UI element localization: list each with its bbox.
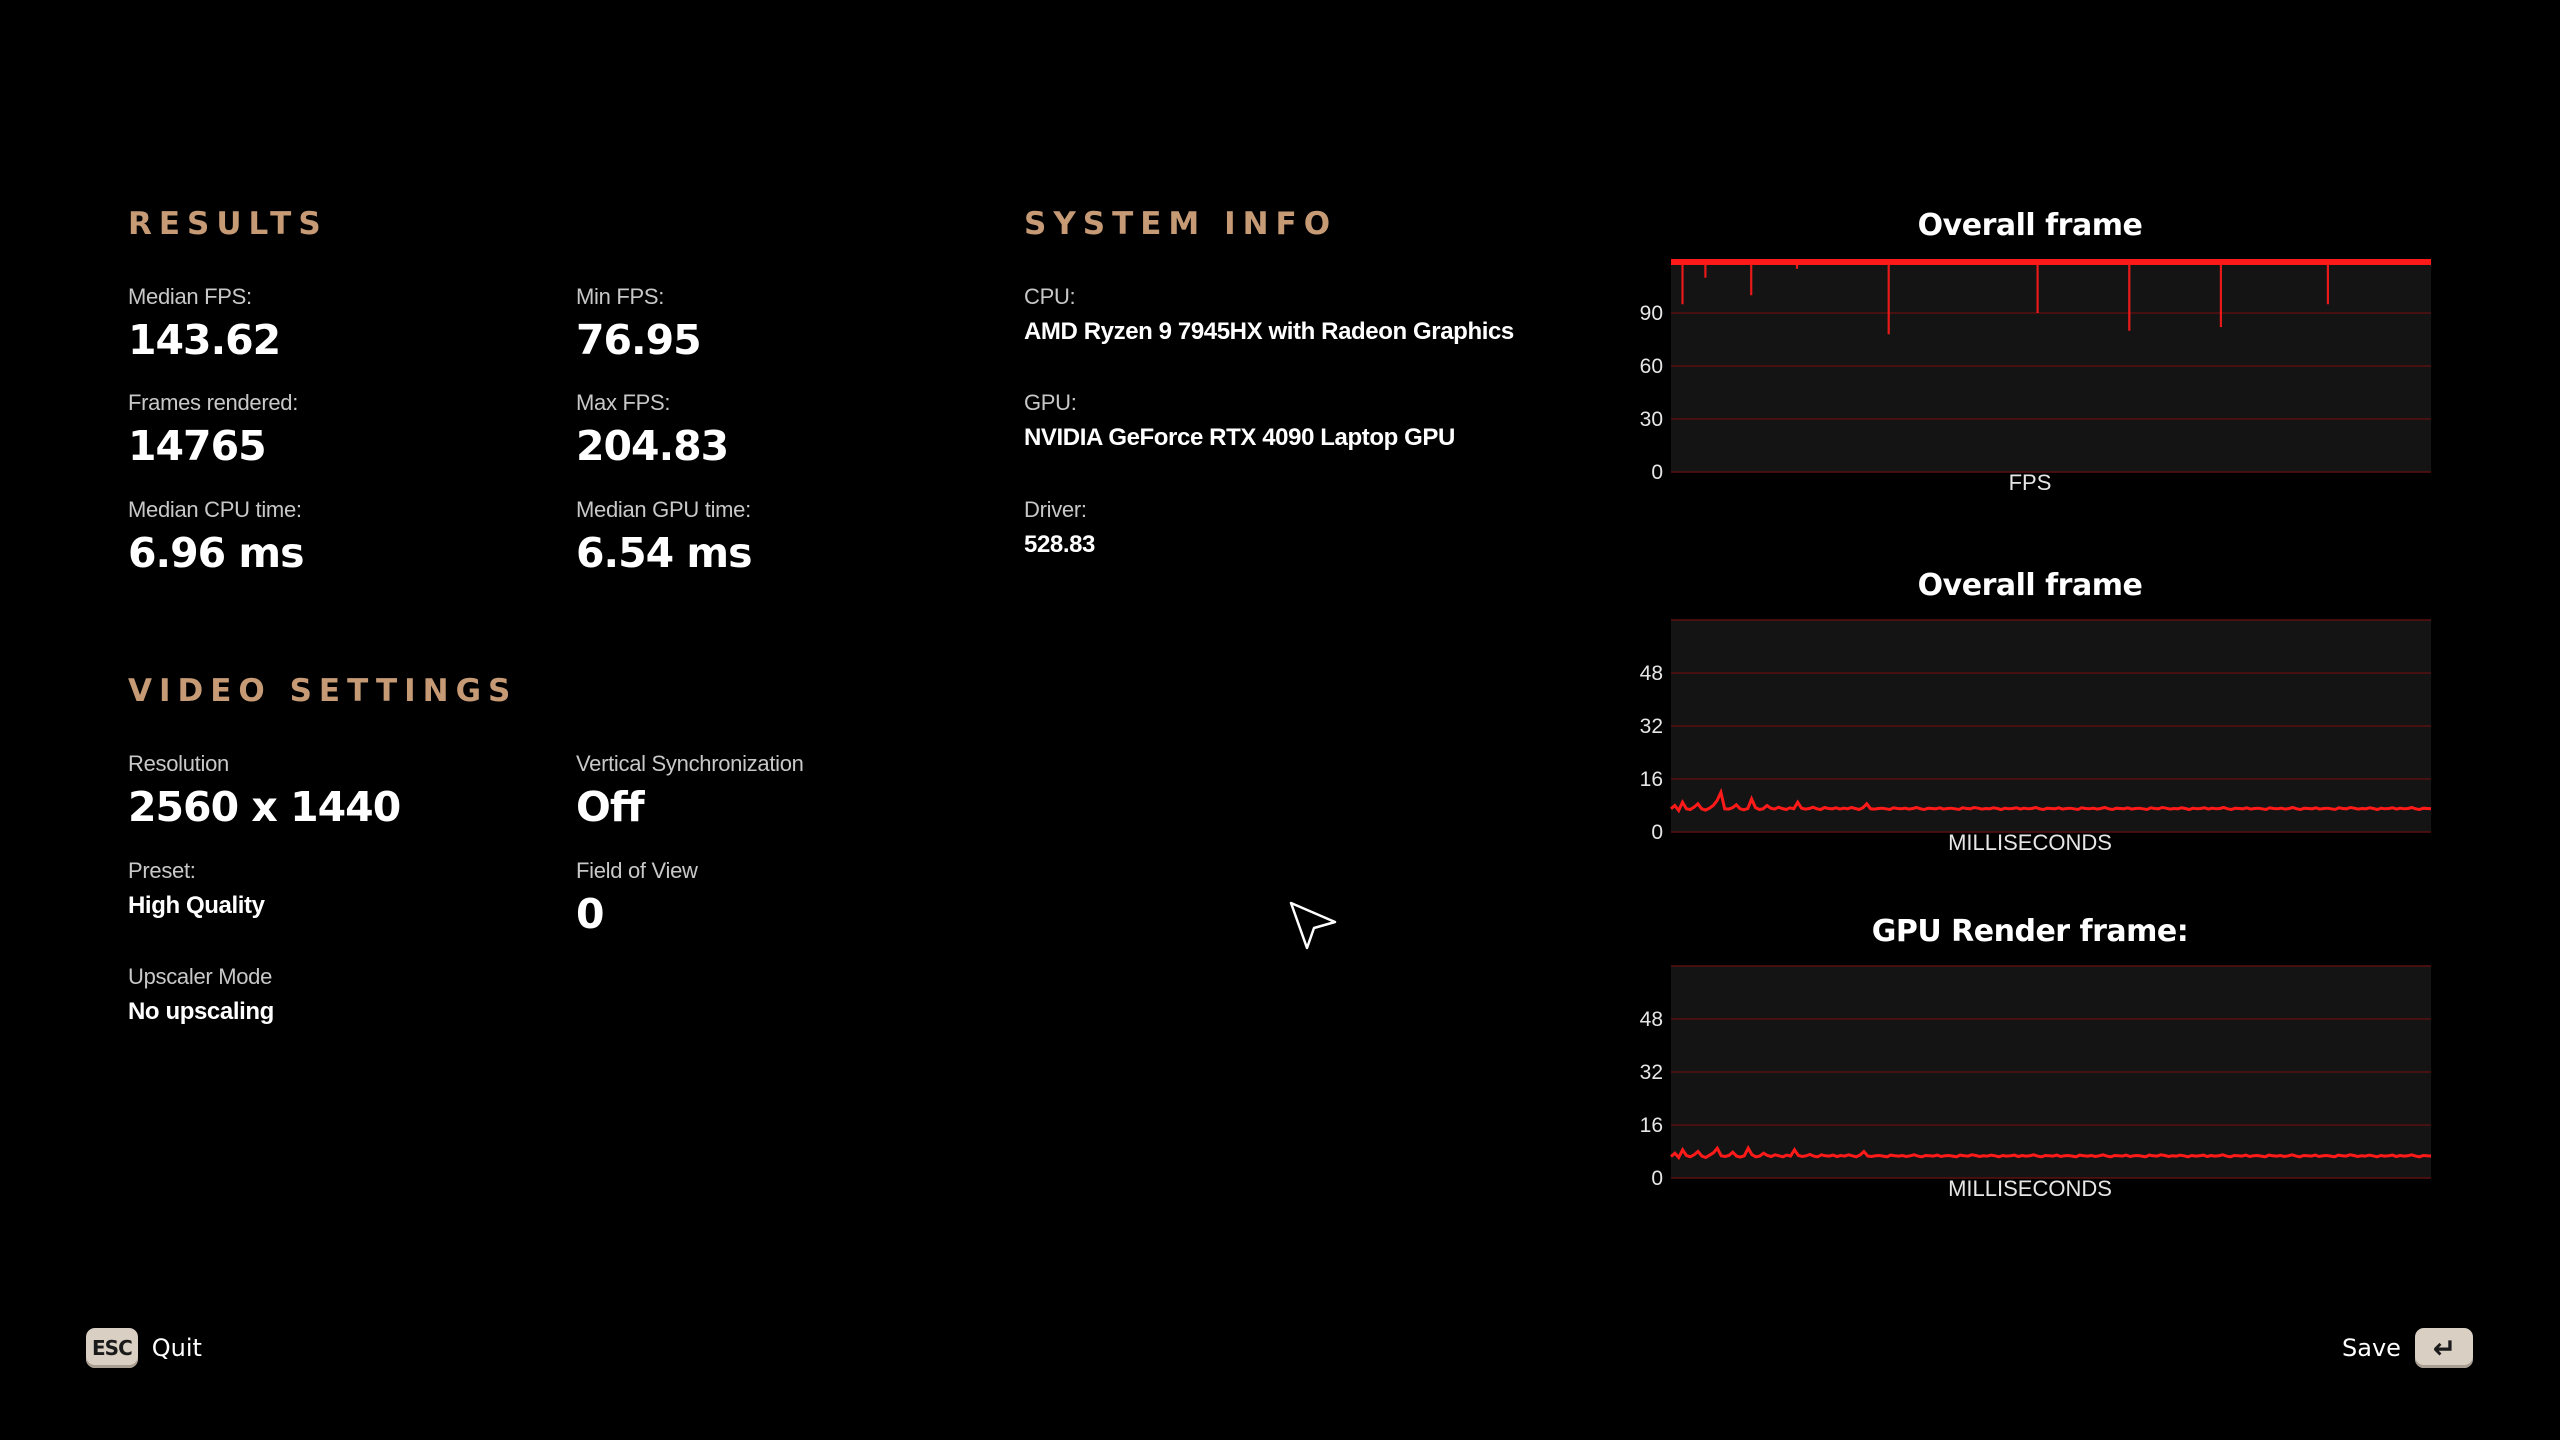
- fps-chart-xlabel: FPS: [2008, 470, 2052, 495]
- driver-label: Driver:: [1024, 497, 1087, 522]
- driver-info: Driver: 528.83: [1024, 497, 1095, 559]
- frame-time-chart: Overall frame 0 16 32 48 MILLISECONDS: [1620, 568, 2440, 868]
- save-button[interactable]: Save ↵: [2342, 1328, 2473, 1368]
- frames-rendered-label: Frames rendered:: [128, 390, 299, 415]
- y-tick-label: 32: [1640, 1061, 1663, 1084]
- fps-chart: Overall frame 0 30 60 90 FPS: [1620, 208, 2440, 508]
- save-label: Save: [2342, 1334, 2401, 1362]
- frames-rendered-value: 14765: [128, 422, 267, 470]
- results-title: RESULTS: [128, 206, 328, 242]
- gpu-value: NVIDIA GeForce RTX 4090 Laptop GPU: [1024, 424, 1455, 451]
- fov-stat: Field of View 0: [576, 858, 698, 938]
- median-gpu-value: 6.54 ms: [576, 529, 753, 577]
- mouse-cursor-icon: [1289, 901, 1337, 950]
- y-tick-label: 30: [1640, 408, 1663, 431]
- frame-time-chart-svg: 0163248: [1640, 619, 2432, 844]
- frame-time-chart-xlabel: MILLISECONDS: [1948, 830, 2112, 855]
- median-gpu-label: Median GPU time:: [576, 497, 751, 522]
- esc-key-icon: ESC: [86, 1328, 138, 1368]
- cpu-info: CPU: AMD Ryzen 9 7945HX with Radeon Grap…: [1024, 284, 1514, 346]
- max-fps-label: Max FPS:: [576, 390, 671, 415]
- max-fps-stat: Max FPS: 204.83: [576, 390, 729, 470]
- preset-value: High Quality: [128, 892, 265, 919]
- gpu-info: GPU: NVIDIA GeForce RTX 4090 Laptop GPU: [1024, 390, 1455, 452]
- resolution-value: 2560 x 1440: [128, 783, 401, 831]
- y-tick-label: 16: [1640, 1114, 1663, 1137]
- upscaler-value: No upscaling: [128, 998, 274, 1025]
- cpu-value: AMD Ryzen 9 7945HX with Radeon Graphics: [1024, 318, 1514, 345]
- cpu-label: CPU:: [1024, 284, 1076, 309]
- frames-rendered-stat: Frames rendered: 14765: [128, 390, 298, 470]
- fov-label: Field of View: [576, 858, 698, 883]
- y-tick-label: 32: [1640, 715, 1663, 738]
- fps-chart-title: Overall frame: [1917, 208, 2143, 243]
- vsync-value: Off: [576, 783, 645, 831]
- frame-time-chart-title: Overall frame: [1917, 568, 2143, 603]
- median-cpu-stat: Median CPU time: 6.96 ms: [128, 497, 305, 577]
- median-fps-label: Median FPS:: [128, 284, 252, 309]
- y-tick-label: 48: [1640, 1008, 1663, 1031]
- driver-value: 528.83: [1024, 531, 1096, 558]
- vsync-stat: Vertical Synchronization Off: [576, 751, 804, 831]
- resolution-stat: Resolution 2560 x 1440: [128, 751, 401, 831]
- median-gpu-stat: Median GPU time: 6.54 ms: [576, 497, 753, 577]
- vsync-label: Vertical Synchronization: [576, 751, 804, 776]
- gpu-render-chart: GPU Render frame: 0 16 32 48 MILLISECONDS: [1620, 914, 2440, 1214]
- video-settings-title: VIDEO SETTINGS: [128, 673, 518, 709]
- upscaler-stat: Upscaler Mode No upscaling: [128, 964, 274, 1026]
- min-fps-label: Min FPS:: [576, 284, 665, 309]
- benchmark-results-screen: RESULTS Median FPS: 143.62 Min FPS: 76.9…: [0, 0, 2560, 1440]
- preset-stat: Preset: High Quality: [128, 858, 265, 920]
- system-info-title: SYSTEM INFO: [1024, 206, 1338, 242]
- gpu-render-chart-svg: 0163248: [1640, 965, 2432, 1190]
- median-cpu-value: 6.96 ms: [128, 529, 305, 577]
- preset-label: Preset:: [128, 858, 196, 883]
- resolution-label: Resolution: [128, 751, 229, 776]
- quit-label: Quit: [151, 1334, 202, 1362]
- median-fps-value: 143.62: [128, 316, 281, 364]
- median-cpu-label: Median CPU time:: [128, 497, 302, 522]
- max-fps-value: 204.83: [576, 422, 729, 470]
- fov-value: 0: [576, 890, 605, 938]
- enter-key-icon: ↵: [2414, 1328, 2473, 1368]
- median-fps-stat: Median FPS: 143.62: [128, 284, 281, 364]
- y-tick-label: 48: [1640, 662, 1663, 685]
- min-fps-stat: Min FPS: 76.95: [576, 284, 702, 364]
- min-fps-value: 76.95: [576, 316, 702, 364]
- upscaler-label: Upscaler Mode: [128, 964, 273, 989]
- fps-chart-svg: 0306090: [1640, 259, 2431, 484]
- quit-button[interactable]: ESC Quit: [86, 1328, 202, 1368]
- y-tick-label: 16: [1640, 768, 1663, 791]
- y-tick-label: 90: [1640, 302, 1663, 325]
- gpu-render-chart-title: GPU Render frame:: [1871, 914, 2189, 949]
- y-tick-label: 60: [1640, 355, 1663, 378]
- gpu-render-chart-xlabel: MILLISECONDS: [1948, 1176, 2112, 1201]
- gpu-label: GPU:: [1024, 390, 1077, 415]
